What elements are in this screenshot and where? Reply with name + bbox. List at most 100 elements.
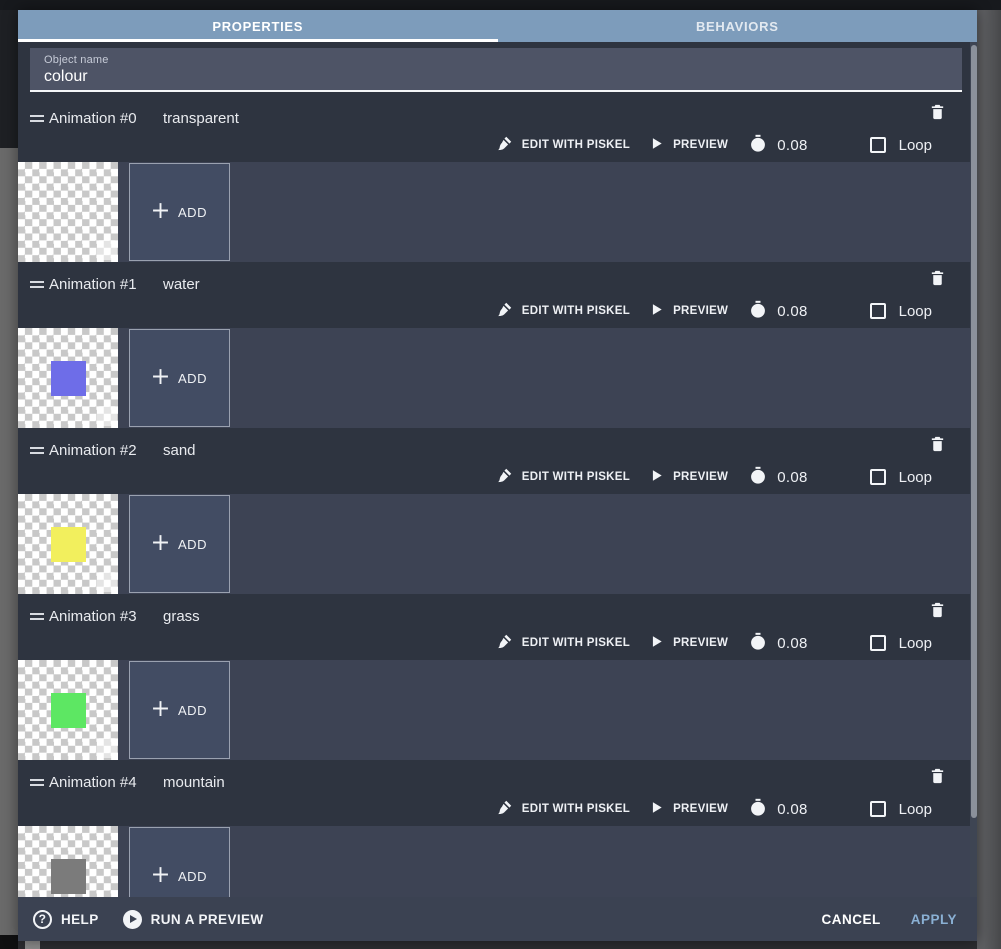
time-between-frames-field[interactable]: 0.08 [748,465,807,489]
animation-name-input[interactable]: transparent [163,110,239,127]
animation-name-input[interactable]: grass [163,608,200,625]
preview-button[interactable]: PREVIEW [650,634,728,652]
help-icon: ? [33,909,52,929]
frame-thumbnail[interactable] [18,494,118,594]
delete-animation-button[interactable] [927,600,947,622]
time-between-frames-field[interactable]: 0.08 [748,797,807,821]
backdrop-bottom [18,941,977,949]
preview-button[interactable]: PREVIEW [650,302,728,320]
object-name-field[interactable]: Object name colour [30,48,962,92]
time-between-frames-value[interactable]: 0.08 [777,137,807,154]
edit-with-piskel-button[interactable]: EDIT WITH PISKEL [496,633,630,653]
thumbnail-corner-badge [97,406,117,426]
stopwatch-icon [748,133,768,157]
add-frame-button[interactable]: ADD [129,827,230,897]
time-between-frames-value[interactable]: 0.08 [777,801,807,818]
add-label: ADD [178,204,207,220]
dialog-footer: ? HELP RUN A PREVIEW CANCEL APPLY [18,897,977,941]
loop-toggle[interactable]: Loop [869,302,932,320]
add-frame-button[interactable]: ADD [129,329,230,427]
loop-label: Loop [898,302,932,320]
time-between-frames-value[interactable]: 0.08 [777,469,807,486]
backdrop-left-bottom [0,935,18,949]
frame-thumbnail[interactable] [18,328,118,428]
drag-handle-icon[interactable] [30,446,45,454]
add-frame-button[interactable]: ADD [129,163,230,261]
brush-icon [496,467,513,487]
delete-animation-button[interactable] [927,766,947,788]
trash-icon [929,270,946,291]
animation-title: Animation #1 [49,275,137,293]
delete-animation-button[interactable] [927,268,947,290]
drag-handle-icon[interactable] [30,778,45,786]
preview-label: PREVIEW [673,803,729,815]
brush-icon [496,301,513,321]
plus-icon [152,866,169,886]
animation-name-input[interactable]: sand [163,442,196,459]
loop-toggle[interactable]: Loop [869,800,932,818]
edit-with-piskel-button[interactable]: EDIT WITH PISKEL [496,135,630,155]
time-between-frames-value[interactable]: 0.08 [777,635,807,652]
object-name-label: Object name [44,54,109,66]
loop-checkbox[interactable] [869,137,886,153]
loop-checkbox[interactable] [869,303,886,319]
loop-label: Loop [898,634,932,652]
animation-name-input[interactable]: mountain [163,774,225,791]
edit-with-piskel-label: EDIT WITH PISKEL [521,471,631,483]
time-between-frames-field[interactable]: 0.08 [748,631,807,655]
tab-behaviors[interactable]: BEHAVIORS [498,10,978,42]
preview-button[interactable]: PREVIEW [650,136,728,154]
preview-label: PREVIEW [673,637,729,649]
backdrop-bottom-square [25,941,40,949]
stopwatch-icon [748,299,768,323]
animation-name-input[interactable]: water [163,276,200,293]
edit-with-piskel-button[interactable]: EDIT WITH PISKEL [496,467,630,487]
add-frame-button[interactable]: ADD [129,495,230,593]
drag-handle-icon[interactable] [30,280,45,288]
preview-label: PREVIEW [673,471,729,483]
trash-icon [929,768,946,789]
drag-handle-icon[interactable] [30,114,45,122]
delete-animation-button[interactable] [927,434,947,456]
brush-icon [496,799,513,819]
animation-title: Animation #4 [49,773,137,791]
frame-color-swatch [51,693,86,728]
time-between-frames-field[interactable]: 0.08 [748,133,807,157]
edit-with-piskel-button[interactable]: EDIT WITH PISKEL [496,301,630,321]
frame-thumbnail[interactable] [18,826,118,897]
play-circle-icon [122,909,142,929]
loop-checkbox[interactable] [869,635,886,651]
frame-thumbnail[interactable] [18,162,118,262]
time-between-frames-field[interactable]: 0.08 [748,299,807,323]
loop-checkbox[interactable] [869,469,886,485]
cancel-button[interactable]: CANCEL [821,912,880,927]
preview-button[interactable]: PREVIEW [650,800,728,818]
play-icon [650,634,664,652]
drag-handle-icon[interactable] [30,612,45,620]
loop-checkbox[interactable] [869,801,886,817]
preview-label: PREVIEW [673,139,729,151]
play-icon [650,800,664,818]
plus-icon [152,700,169,720]
run-a-preview-button[interactable]: RUN A PREVIEW [122,909,264,929]
stopwatch-icon [748,465,768,489]
frame-thumbnail[interactable] [18,660,118,760]
edit-with-piskel-label: EDIT WITH PISKEL [521,637,631,649]
frame-color-swatch [51,859,86,894]
scrollbar-track [970,42,977,897]
loop-toggle[interactable]: Loop [869,469,932,486]
loop-toggle[interactable]: Loop [869,137,932,154]
loop-label: Loop [898,800,932,818]
object-name-value[interactable]: colour [44,68,948,86]
play-icon [650,302,664,320]
edit-with-piskel-button[interactable]: EDIT WITH PISKEL [496,799,630,819]
delete-animation-button[interactable] [927,102,947,124]
tab-properties[interactable]: PROPERTIES [18,10,498,42]
preview-button[interactable]: PREVIEW [650,468,728,486]
time-between-frames-value[interactable]: 0.08 [777,303,807,320]
scrollbar-thumb[interactable] [970,45,977,818]
help-button[interactable]: ? HELP [33,909,99,929]
apply-button[interactable]: APPLY [911,912,957,927]
add-frame-button[interactable]: ADD [129,661,230,759]
loop-toggle[interactable]: Loop [869,634,932,652]
